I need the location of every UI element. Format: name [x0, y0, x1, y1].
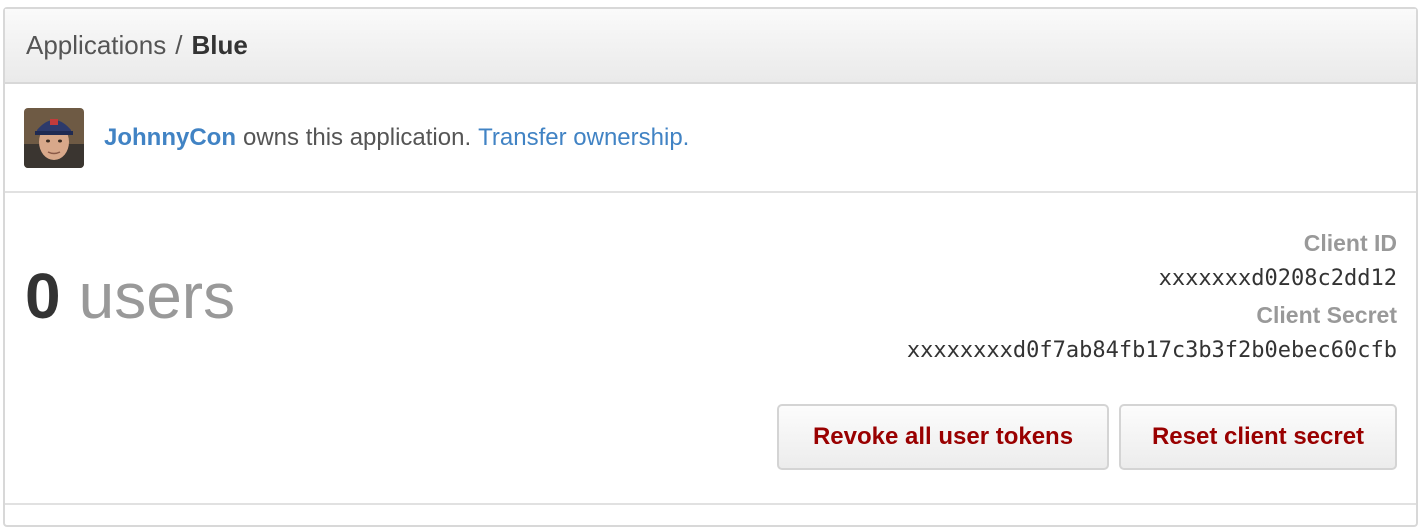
user-count: 0 users — [25, 256, 235, 336]
owner-description: owns this application. — [243, 123, 472, 151]
breadcrumb: Applications / Blue — [5, 9, 1416, 84]
transfer-ownership-link[interactable]: Transfer ownership. — [478, 124, 689, 152]
app-stats-section: 0 users Client ID xxxxxxxd0208c2dd12 Clie… — [5, 193, 1416, 505]
avatar[interactable] — [24, 107, 84, 168]
owner-row: JohnnyCon owns this application. Transfe… — [5, 84, 1416, 193]
breadcrumb-separator: / — [175, 30, 183, 60]
owner-username-link[interactable]: JohnnyCon — [104, 124, 236, 152]
breadcrumb-current-app: Blue — [191, 30, 248, 60]
client-id-label: Client ID — [1303, 230, 1397, 256]
reset-secret-button[interactable]: Reset client secret — [1119, 404, 1397, 470]
user-count-number: 0 — [25, 260, 61, 332]
breadcrumb-applications[interactable]: Applications — [26, 30, 166, 61]
user-count-label: users — [78, 260, 236, 332]
credential-actions: Revoke all user tokens Reset client secr… — [777, 404, 1397, 470]
client-id-value: xxxxxxxd0208c2dd12 — [1158, 266, 1397, 291]
application-panel: Applications / Blue JohnnyCon owns this … — [3, 7, 1418, 527]
revoke-tokens-button[interactable]: Revoke all user tokens — [777, 404, 1109, 470]
client-secret-label: Client Secret — [1256, 302, 1397, 328]
client-secret-value: xxxxxxxxd0f7ab84fb17c3b3f2b0ebec60cfb — [906, 338, 1397, 363]
client-credentials: Client ID xxxxxxxd0208c2dd12 Client Secr… — [907, 225, 1397, 369]
